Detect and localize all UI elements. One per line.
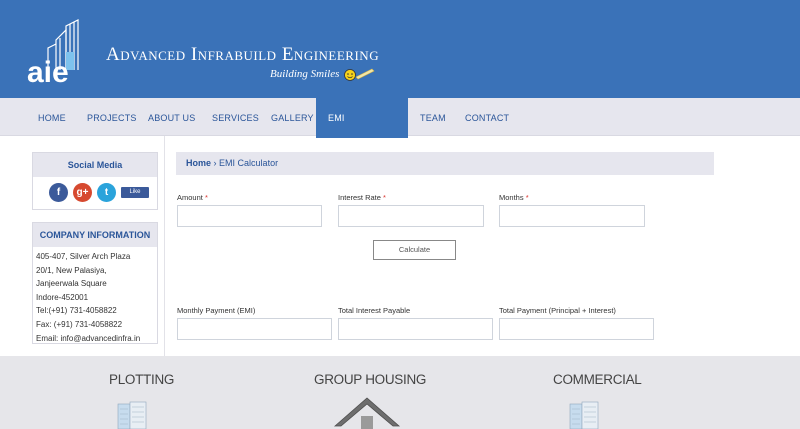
address-line-1: 405-407, Silver Arch Plaza (36, 252, 131, 261)
calculate-button[interactable]: Calculate (373, 240, 456, 260)
total-payment-label: Total Payment (Principal + Interest) (499, 306, 616, 315)
monthly-payment-label: Monthly Payment (EMI) (177, 306, 256, 315)
total-payment-output[interactable] (499, 318, 654, 340)
social-media-box: Social Media f g+ t Like (32, 152, 158, 210)
sidebar-divider (164, 136, 165, 356)
social-media-title: Social Media (33, 153, 157, 177)
telephone: Tel:(+91) 731-4058822 (36, 306, 117, 316)
smiley-icon (344, 68, 375, 81)
google-plus-icon[interactable]: g+ (73, 183, 92, 202)
facebook-icon[interactable]: f (49, 183, 68, 202)
tagline: Building Smiles (270, 68, 340, 80)
interest-rate-label: Interest Rate * (338, 193, 386, 202)
nav-emi-calculator[interactable]: EMI CALCULATOR (316, 98, 408, 163)
category-group-housing[interactable]: GROUP HOUSING (314, 372, 426, 387)
facebook-like-button[interactable]: Like (121, 187, 149, 198)
breadcrumb-home[interactable]: Home (186, 158, 211, 168)
nav-team[interactable]: TEAM (408, 98, 458, 136)
company-info-box: COMPANY INFORMATION 405-407, Silver Arch… (32, 222, 158, 344)
address-line-2: 20/1, New Palasiya, (36, 265, 107, 275)
site-header: aie Advanced Infrabuild Engineering Buil… (0, 0, 800, 98)
months-label: Months * (499, 193, 529, 202)
total-interest-label: Total Interest Payable (338, 306, 411, 315)
nav-home[interactable]: HOME (26, 98, 78, 136)
category-commercial[interactable]: COMMERCIAL (553, 372, 642, 387)
address-line-3: Janjeerwala Square (36, 279, 107, 289)
months-input[interactable] (499, 205, 645, 227)
main-nav: HOME PROJECTS ABOUT US SERVICES GALLERY … (0, 98, 800, 163)
nav-contact[interactable]: CONTACT (453, 98, 521, 136)
logo-text: aie (27, 56, 69, 84)
amount-input[interactable] (177, 205, 322, 227)
breadcrumb-current: EMI Calculator (219, 158, 279, 168)
breadcrumb-separator: › (213, 158, 217, 168)
interest-rate-input[interactable] (338, 205, 484, 227)
company-logo[interactable]: aie (26, 18, 98, 84)
address-line-4: Indore-452001 (36, 292, 89, 302)
nav-about-us[interactable]: ABOUT US (136, 98, 207, 136)
brand-name: Advanced Infrabuild Engineering (106, 44, 380, 65)
twitter-icon[interactable]: t (97, 183, 116, 202)
commercial-building-icon (569, 401, 599, 429)
monthly-payment-output[interactable] (177, 318, 332, 340)
email[interactable]: Email: info@advancedinfra.in (33, 332, 157, 346)
total-interest-output[interactable] (338, 318, 493, 340)
group-housing-house-icon (333, 397, 401, 429)
company-info-title: COMPANY INFORMATION (33, 223, 157, 247)
amount-label: Amount * (177, 193, 208, 202)
fax: Fax: (+91) 731-4058822 (36, 319, 123, 329)
plotting-building-icon (117, 401, 147, 429)
category-plotting[interactable]: PLOTTING (109, 372, 174, 387)
breadcrumb: Home › EMI Calculator (176, 152, 714, 175)
